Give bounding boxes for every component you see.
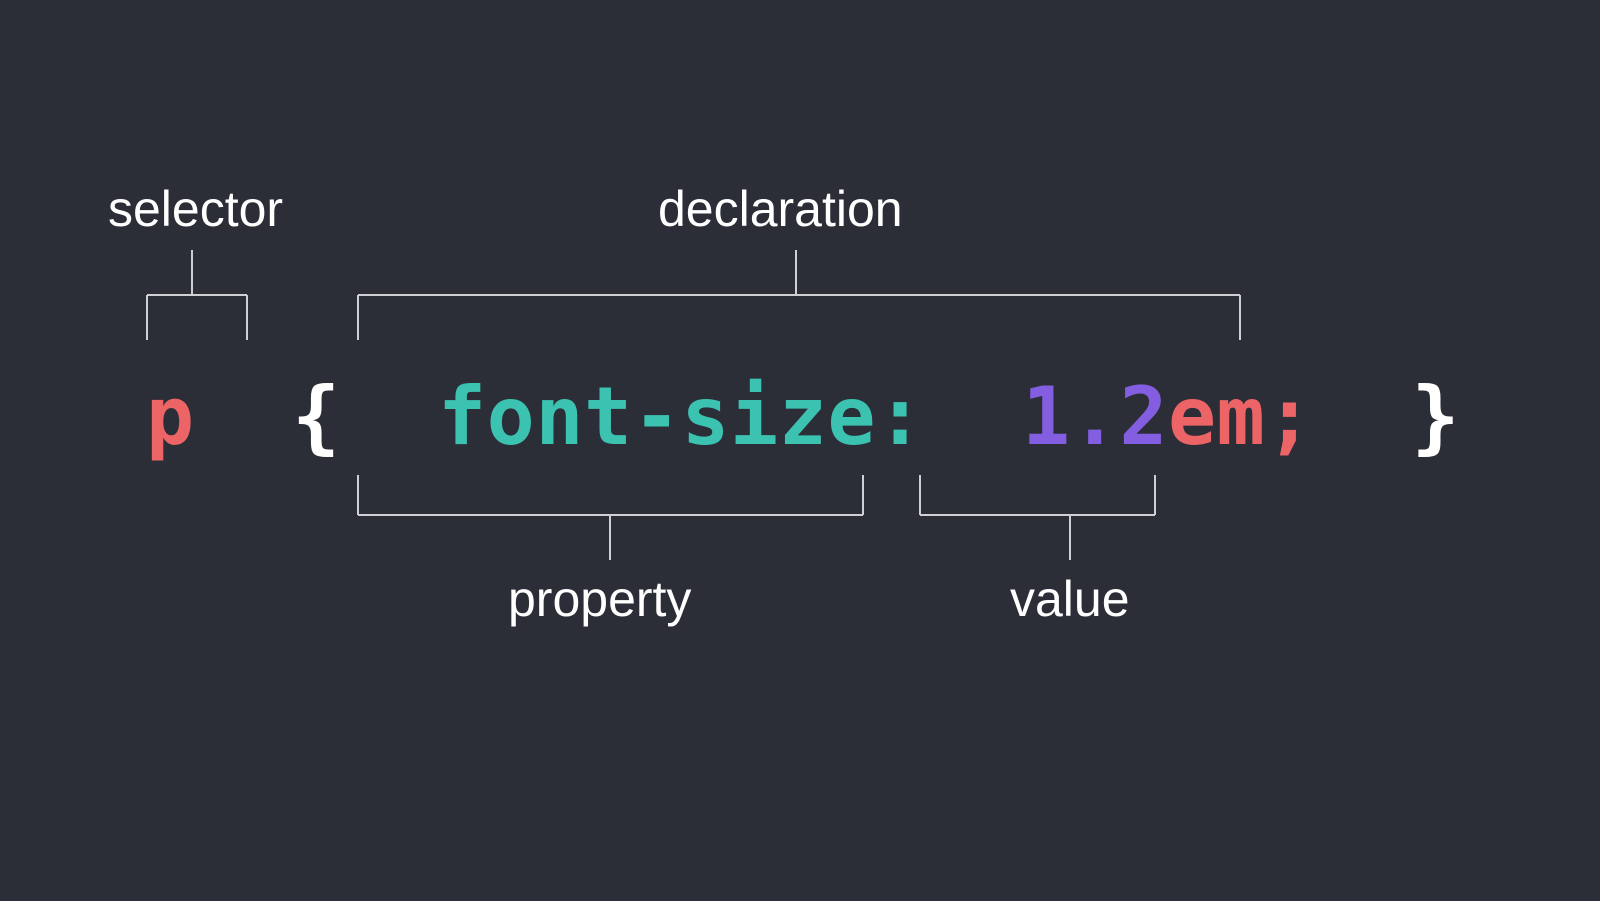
bracket-selector [142,250,262,345]
label-property: property [508,570,691,628]
token-value-number: 1.2 [1022,370,1168,463]
token-brace-close: } [1411,370,1460,463]
bracket-value [915,470,1175,565]
bracket-property [353,470,873,565]
label-value: value [1010,570,1130,628]
token-brace-open: { [292,370,341,463]
token-colon: : [876,370,925,463]
token-property: font-size [438,370,876,463]
token-semicolon: ; [1265,370,1314,463]
diagram-stage: selector declaration p { font-size: 1.2e… [0,0,1600,901]
label-declaration: declaration [658,180,903,238]
token-selector: p [146,370,195,463]
label-selector: selector [108,180,283,238]
css-rule-code: p { font-size: 1.2em; } [0,370,1600,463]
bracket-declaration [353,250,1253,345]
token-value-unit: em [1168,370,1265,463]
